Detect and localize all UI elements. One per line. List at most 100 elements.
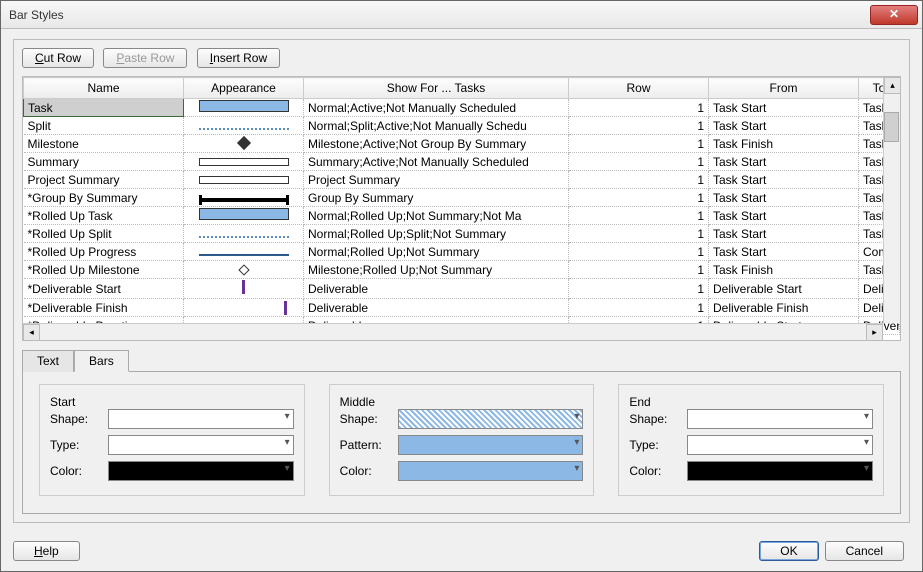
cell-show[interactable]: Normal;Active;Not Manually Scheduled [304, 99, 569, 117]
cell-appearance[interactable] [184, 279, 304, 299]
end-shape-combo[interactable] [687, 409, 873, 429]
cell-show[interactable]: Summary;Active;Not Manually Scheduled [304, 153, 569, 171]
cell-name[interactable]: *Rolled Up Progress [24, 243, 184, 261]
cell-show[interactable]: Group By Summary [304, 189, 569, 207]
table-row[interactable]: *Group By Summary Group By Summary1Task S… [24, 189, 900, 207]
scroll-up-icon[interactable]: ▴ [884, 77, 901, 94]
table-row[interactable]: *Rolled Up Task Normal;Rolled Up;Not Summ… [24, 207, 900, 225]
cell-name[interactable]: Milestone [24, 135, 184, 153]
table-row[interactable]: Split Normal;Split;Active;Not Manually Sc… [24, 117, 900, 135]
cut-row-button[interactable]: Cut Row [22, 48, 94, 68]
cell-name[interactable]: *Rolled Up Milestone [24, 261, 184, 279]
col-appearance[interactable]: Appearance [184, 78, 304, 99]
col-name[interactable]: Name [24, 78, 184, 99]
paste-row-button[interactable]: Paste Row [103, 48, 187, 68]
tab-bars[interactable]: Bars [74, 350, 129, 372]
cell-row[interactable]: 1 [569, 207, 709, 225]
cell-from[interactable]: Task Start [709, 117, 859, 135]
cell-show[interactable]: Normal;Split;Active;Not Manually Schedu [304, 117, 569, 135]
bar-styles-table[interactable]: Name Appearance Show For ... Tasks Row F… [23, 77, 900, 335]
vertical-scrollbar[interactable]: ▴ [883, 77, 900, 323]
cell-row[interactable]: 1 [569, 243, 709, 261]
middle-color-combo[interactable] [398, 461, 584, 481]
table-row[interactable]: *Deliverable Finish Deliverable1Deliverab… [24, 299, 900, 317]
cell-appearance[interactable] [184, 117, 304, 135]
col-from[interactable]: From [709, 78, 859, 99]
cell-row[interactable]: 1 [569, 189, 709, 207]
cell-from[interactable]: Task Start [709, 243, 859, 261]
col-show[interactable]: Show For ... Tasks [304, 78, 569, 99]
cell-appearance[interactable] [184, 299, 304, 317]
col-row[interactable]: Row [569, 78, 709, 99]
cell-name[interactable]: *Deliverable Finish [24, 299, 184, 317]
cell-from[interactable]: Deliverable Finish [709, 299, 859, 317]
cell-from[interactable]: Task Start [709, 189, 859, 207]
help-button[interactable]: Help [13, 541, 80, 561]
table-row[interactable]: Project SummaryProject Summary1Task Star… [24, 171, 900, 189]
tab-text[interactable]: Text [22, 350, 74, 372]
middle-shape-combo[interactable] [398, 409, 584, 429]
cell-row[interactable]: 1 [569, 279, 709, 299]
cell-show[interactable]: Project Summary [304, 171, 569, 189]
cell-from[interactable]: Task Start [709, 153, 859, 171]
cell-from[interactable]: Task Start [709, 207, 859, 225]
cell-appearance[interactable] [184, 189, 304, 207]
scroll-thumb[interactable] [884, 112, 899, 142]
end-type-combo[interactable] [687, 435, 873, 455]
table-row[interactable]: Summary Summary;Active;Not Manually Sched… [24, 153, 900, 171]
cell-row[interactable]: 1 [569, 261, 709, 279]
cell-name[interactable]: Project Summary [24, 171, 184, 189]
cell-row[interactable]: 1 [569, 135, 709, 153]
start-shape-combo[interactable] [108, 409, 294, 429]
cell-from[interactable]: Task Finish [709, 261, 859, 279]
middle-pattern-combo[interactable] [398, 435, 584, 455]
cell-appearance[interactable] [184, 243, 304, 261]
cell-show[interactable]: Deliverable [304, 299, 569, 317]
cell-row[interactable]: 1 [569, 299, 709, 317]
start-color-combo[interactable] [108, 461, 294, 481]
table-row[interactable]: Task Normal;Active;Not Manually Scheduled… [24, 99, 900, 117]
cell-name[interactable]: Task [24, 99, 184, 117]
cell-from[interactable]: Task Start [709, 99, 859, 117]
cell-appearance[interactable] [184, 99, 304, 117]
cell-row[interactable]: 1 [569, 99, 709, 117]
scroll-left-icon[interactable]: ◂ [23, 324, 40, 341]
cell-appearance[interactable] [184, 135, 304, 153]
cell-show[interactable]: Milestone;Active;Not Group By Summary [304, 135, 569, 153]
horizontal-scrollbar[interactable]: ◂ ▸ [23, 323, 883, 340]
insert-row-button[interactable]: Insert Row [197, 48, 280, 68]
cell-from[interactable]: Deliverable Start [709, 279, 859, 299]
cancel-button[interactable]: Cancel [825, 541, 904, 561]
cell-name[interactable]: *Deliverable Start [24, 279, 184, 299]
cell-row[interactable]: 1 [569, 117, 709, 135]
cell-row[interactable]: 1 [569, 171, 709, 189]
cell-show[interactable]: Normal;Rolled Up;Not Summary;Not Ma [304, 207, 569, 225]
cell-show[interactable]: Normal;Rolled Up;Not Summary [304, 243, 569, 261]
cell-appearance[interactable] [184, 171, 304, 189]
cell-name[interactable]: *Rolled Up Split [24, 225, 184, 243]
cell-name[interactable]: *Rolled Up Task [24, 207, 184, 225]
cell-from[interactable]: Task Start [709, 225, 859, 243]
cell-appearance[interactable] [184, 153, 304, 171]
cell-appearance[interactable] [184, 207, 304, 225]
cell-from[interactable]: Task Start [709, 171, 859, 189]
cell-name[interactable]: *Group By Summary [24, 189, 184, 207]
cell-from[interactable]: Task Finish [709, 135, 859, 153]
cell-appearance[interactable] [184, 225, 304, 243]
close-button[interactable]: ✕ [870, 5, 918, 25]
cell-row[interactable]: 1 [569, 225, 709, 243]
cell-show[interactable]: Normal;Rolled Up;Split;Not Summary [304, 225, 569, 243]
table-row[interactable]: Milestone Milestone;Active;Not Group By S… [24, 135, 900, 153]
start-type-combo[interactable] [108, 435, 294, 455]
table-row[interactable]: *Rolled Up Milestone Milestone;Rolled Up;… [24, 261, 900, 279]
scroll-right-icon[interactable]: ▸ [866, 324, 883, 341]
cell-appearance[interactable] [184, 261, 304, 279]
ok-button[interactable]: OK [759, 541, 818, 561]
table-row[interactable]: *Rolled Up Progress Normal;Rolled Up;Not … [24, 243, 900, 261]
cell-name[interactable]: Split [24, 117, 184, 135]
table-row[interactable]: *Rolled Up Split Normal;Rolled Up;Split;N… [24, 225, 900, 243]
cell-show[interactable]: Deliverable [304, 279, 569, 299]
cell-name[interactable]: Summary [24, 153, 184, 171]
table-row[interactable]: *Deliverable Start Deliverable1Deliverabl… [24, 279, 900, 299]
cell-show[interactable]: Milestone;Rolled Up;Not Summary [304, 261, 569, 279]
